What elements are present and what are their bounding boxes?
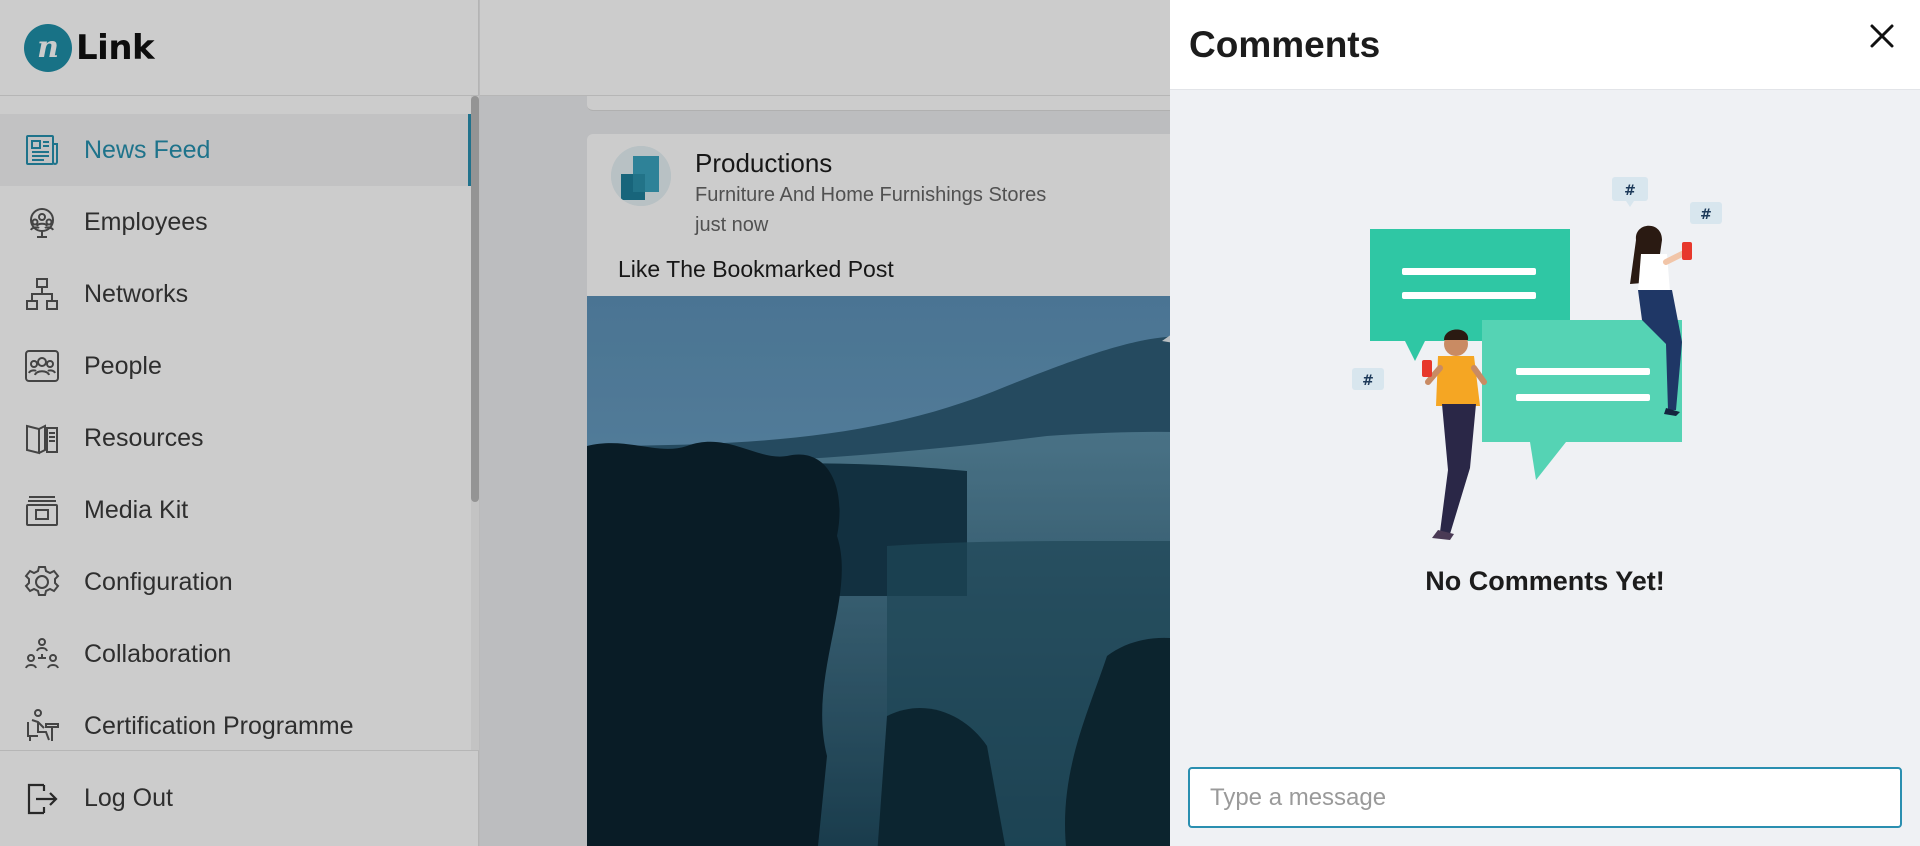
comments-panel: Comments # # # No Comments Yet! Type a m… [1170, 0, 1920, 846]
comments-header: Comments [1170, 0, 1920, 90]
svg-text:#: # [1624, 183, 1636, 199]
panel-title: Comments [1189, 24, 1381, 65]
close-icon [1870, 24, 1894, 48]
close-button[interactable] [1866, 20, 1898, 52]
svg-text:#: # [1700, 207, 1712, 223]
comment-message-input[interactable] [1188, 767, 1902, 828]
modal-backdrop[interactable] [0, 0, 1170, 846]
svg-text:#: # [1362, 373, 1374, 389]
no-comments-message: No Comments Yet! [1425, 566, 1665, 596]
empty-comments-illustration: # # # [1350, 172, 1740, 547]
